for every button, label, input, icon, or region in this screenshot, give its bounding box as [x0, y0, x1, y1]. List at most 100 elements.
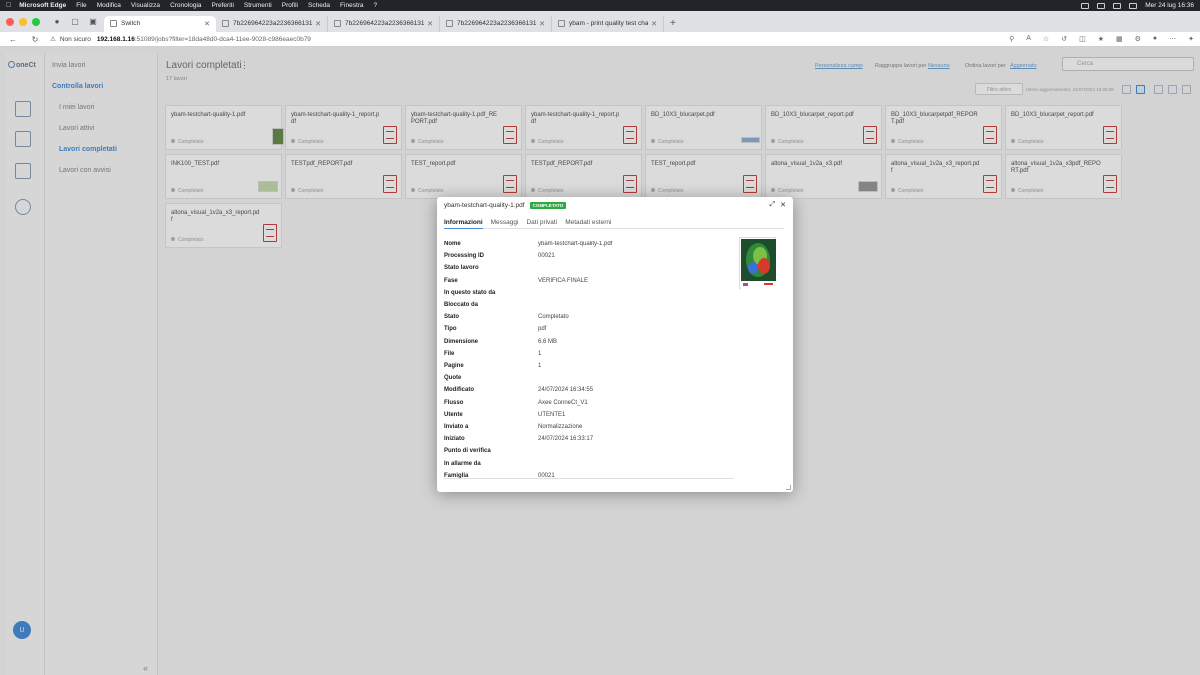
menu-profiles[interactable]: Profili — [282, 2, 298, 9]
split-screen-icon[interactable]: ◫ — [1079, 35, 1086, 43]
info-label: Inviato a — [444, 424, 469, 430]
security-label[interactable]: Non sicuro — [60, 36, 91, 43]
info-row: Tipo pdf — [444, 326, 734, 336]
dialog-title: ybam-testchart-quality-1.pdf — [444, 202, 525, 209]
tab-json-2[interactable]: 7b226964223a22363661313... ✕ — [328, 15, 440, 32]
menu-tab[interactable]: Scheda — [308, 2, 330, 9]
menu-edit[interactable]: Modifica — [97, 2, 121, 9]
info-value: 24/07/2024 16:33:17 — [538, 436, 594, 443]
tab-information[interactable]: Informazioni — [444, 219, 483, 229]
menu-view[interactable]: Visualizza — [131, 2, 160, 9]
menu-help[interactable]: ? — [374, 2, 378, 9]
info-row: Inviato a Normalizzazione — [444, 424, 734, 434]
info-label: File — [444, 350, 455, 357]
close-icon[interactable]: ✕ — [780, 201, 786, 209]
info-value: Axee ConneCt_V1 — [538, 399, 588, 406]
info-row: Modificato 24/07/2024 16:34:55 — [444, 387, 734, 397]
info-row: Processing ID 00021 — [444, 253, 734, 263]
tab-messages[interactable]: Messaggi — [491, 219, 519, 228]
info-row: Quote — [444, 375, 734, 385]
menubar-datetime[interactable]: Mer 24 lug 16:36 — [1145, 2, 1194, 9]
close-tab-icon[interactable]: ✕ — [539, 20, 545, 28]
info-row: Utente UTENTE1 — [444, 412, 734, 422]
expand-icon[interactable]: ⤢ — [770, 201, 776, 209]
control-center-icon[interactable] — [1129, 2, 1138, 9]
page-favicon-icon — [558, 20, 565, 27]
info-value: Completato — [538, 314, 569, 321]
wifi-icon[interactable] — [1097, 2, 1106, 9]
switch-favicon-icon — [110, 20, 117, 27]
search-spotlight-icon[interactable] — [1113, 2, 1122, 9]
dialog-tabs: Informazioni Messaggi Dati privati Metad… — [444, 219, 784, 229]
parrot-preview-image — [741, 239, 776, 289]
status-badge: COMPLETATO — [529, 202, 567, 209]
info-row: In questo stato da — [444, 290, 734, 300]
close-tab-icon[interactable]: ✕ — [315, 20, 321, 28]
info-row: Stato lavoro — [444, 265, 734, 275]
profile-icon[interactable]: ● — [50, 15, 64, 29]
tab-private-data[interactable]: Dati privati — [526, 219, 557, 228]
resize-handle[interactable] — [786, 485, 791, 490]
menu-app-name[interactable]: Microsoft Edge — [19, 2, 66, 9]
tab-ybam[interactable]: ybam - print quality test chart... ✕ — [552, 15, 664, 32]
page-favicon-icon — [334, 20, 341, 27]
menu-tools[interactable]: Strumenti — [244, 2, 272, 9]
more-menu-icon[interactable]: ⋯ — [1169, 35, 1176, 43]
menu-window[interactable]: Finestra — [340, 2, 363, 9]
favorite-star-icon[interactable]: ☆ — [1043, 35, 1049, 43]
close-window-button[interactable] — [6, 17, 14, 26]
close-tab-icon[interactable]: ✕ — [651, 20, 657, 28]
tab-switch[interactable]: Switch ✕ — [104, 15, 216, 32]
battery-icon[interactable] — [1081, 2, 1090, 9]
tab-label: 7b226964223a22363661313... — [233, 20, 313, 27]
info-label: Punto di verifica — [444, 448, 491, 455]
info-label: In questo stato da — [444, 289, 496, 296]
browser-tabbar: ● ▢ ▣ Switch ✕ 7b226964223a22363661313..… — [0, 11, 1200, 32]
copilot-icon[interactable]: ✦ — [1188, 35, 1194, 43]
minimize-window-button[interactable] — [19, 17, 27, 26]
close-tab-icon[interactable]: ✕ — [204, 20, 210, 28]
tab-actions-icon[interactable]: ▣ — [86, 15, 100, 29]
url-field[interactable]: ⚠ Non sicuro 192.168.1.16 :51089/jobs?fi… — [50, 35, 1001, 44]
info-label: Modificato — [444, 387, 474, 394]
info-label: Utente — [444, 411, 463, 418]
tab-json-3[interactable]: 7b226964223a22363661313... ✕ — [440, 15, 552, 32]
back-arrow-icon[interactable]: ← — [6, 35, 20, 44]
close-tab-icon[interactable]: ✕ — [427, 20, 433, 28]
read-aloud-icon[interactable]: A — [1026, 35, 1031, 43]
menu-history[interactable]: Cronologia — [170, 2, 201, 9]
dialog-header: ybam-testchart-quality-1.pdf COMPLETATO — [444, 202, 567, 209]
info-row: In allarme da — [444, 461, 734, 471]
tab-json-1[interactable]: 7b226964223a22363661313... ✕ — [216, 15, 328, 32]
info-label: Stato — [444, 314, 459, 321]
extensions-icon[interactable]: ⚙ — [1135, 35, 1141, 43]
menu-file[interactable]: File — [76, 2, 86, 9]
info-label: Processing ID — [444, 253, 485, 260]
fullscreen-window-button[interactable] — [32, 17, 40, 26]
tab-external-metadata[interactable]: Metadati esterni — [565, 219, 611, 228]
job-details-dialog: ybam-testchart-quality-1.pdf COMPLETATO … — [437, 197, 793, 492]
favorites-icon[interactable]: ★ — [1098, 35, 1104, 43]
page-favicon-icon — [222, 20, 229, 27]
workspaces-icon[interactable]: ▢ — [68, 15, 82, 29]
tab-label: 7b226964223a22363661313... — [345, 20, 425, 27]
collections-icon[interactable]: ▦ — [1116, 35, 1123, 43]
profile-icon[interactable]: ● — [1153, 35, 1157, 43]
warning-icon[interactable]: ⚠ — [50, 35, 56, 43]
apple-icon[interactable]:  — [6, 2, 11, 9]
new-tab-icon[interactable]: + — [670, 18, 676, 29]
window-controls — [6, 17, 40, 26]
info-row: Punto di verifica — [444, 448, 734, 458]
key-icon[interactable]: ⚲ — [1009, 35, 1014, 43]
info-value: 00021 — [538, 253, 555, 260]
menu-favorites[interactable]: Preferiti — [212, 2, 234, 9]
info-label: Iniziato — [444, 436, 465, 443]
reload-icon[interactable]: ↻ — [28, 35, 42, 44]
refresh-sync-icon[interactable]: ↺ — [1061, 35, 1067, 43]
tab-label: Switch — [121, 20, 141, 27]
info-value: UTENTE1 — [538, 411, 566, 418]
url-host: 192.168.1.16 — [96, 35, 135, 43]
info-row: Nome ybam-testchart-quality-1.pdf — [444, 241, 734, 251]
info-row: Pagine 1 — [444, 363, 734, 373]
job-preview-thumbnail[interactable] — [739, 237, 776, 289]
